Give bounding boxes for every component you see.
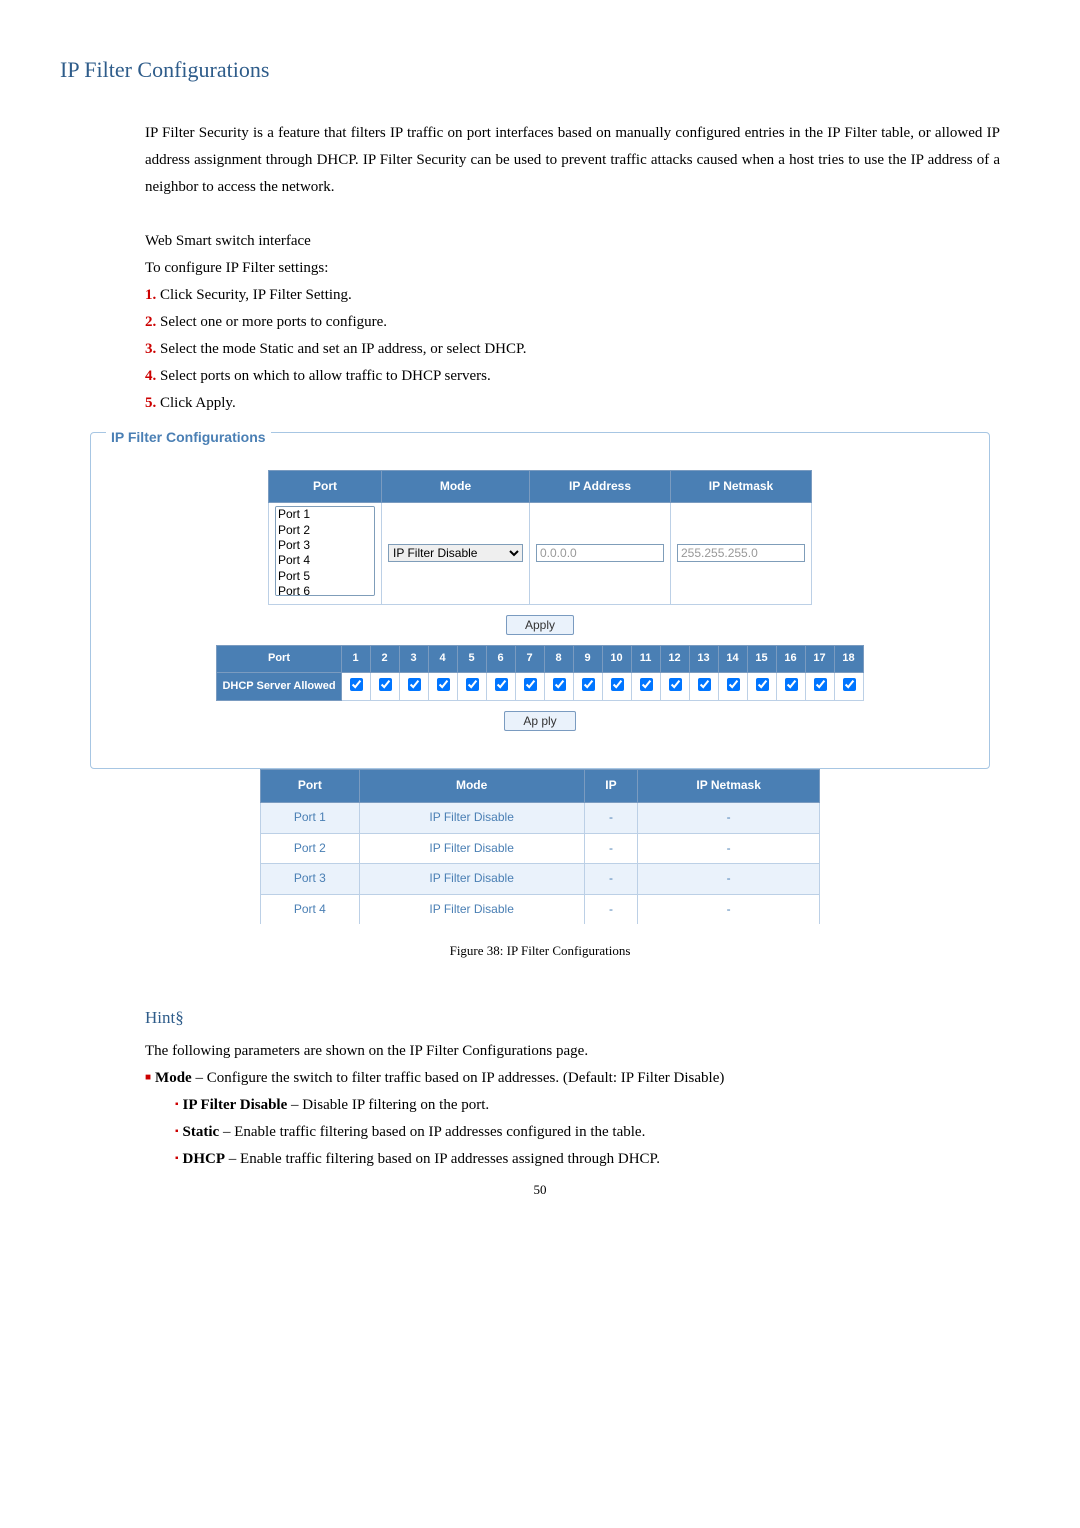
dhcp-checkbox-8[interactable] [553, 678, 566, 691]
dhcp-checkbox-4[interactable] [437, 678, 450, 691]
dhcp-checkbox-6[interactable] [495, 678, 508, 691]
status-col-port: Port [261, 770, 360, 803]
dhcp-col-13: 13 [689, 645, 718, 672]
status-table: Port Mode IP IP Netmask Port 1IP Filter … [260, 769, 820, 924]
dhcp-checkbox-11[interactable] [640, 678, 653, 691]
page-number: 50 [60, 1178, 1020, 1201]
interface-line: Web Smart switch interface [145, 228, 1000, 255]
intro-paragraph: IP Filter Security is a feature that fil… [145, 120, 1000, 201]
table-row: Port 4IP Filter Disable-- [261, 894, 820, 924]
config-fieldset: IP Filter Configurations Port Mode IP Ad… [90, 432, 990, 770]
param-static: ▪Static – Enable traffic filtering based… [175, 1119, 1020, 1146]
dhcp-table: Port 1 2 3 4 5 6 7 8 9 10 11 12 13 14 15… [216, 645, 863, 702]
status-col-ip: IP [584, 770, 638, 803]
dhcp-row-label: DHCP Server Allowed [217, 672, 341, 701]
step-5: 5. Click Apply. [145, 390, 1020, 417]
dhcp-checkbox-9[interactable] [582, 678, 595, 691]
port-select[interactable]: Port 1 Port 2 Port 3 Port 4 Port 5 Port … [275, 506, 375, 596]
step-1: 1. Click Security, IP Filter Setting. [145, 282, 1020, 309]
config-line: To configure IP Filter settings: [145, 255, 1000, 282]
dhcp-col-2: 2 [370, 645, 399, 672]
dhcp-checkbox-5[interactable] [466, 678, 479, 691]
table-row: Port 2IP Filter Disable-- [261, 833, 820, 864]
col-mode: Mode [382, 470, 530, 503]
config-table: Port Mode IP Address IP Netmask Port 1 P… [268, 470, 812, 605]
param-disable: ▪IP Filter Disable – Disable IP filterin… [175, 1092, 1020, 1119]
dhcp-col-5: 5 [457, 645, 486, 672]
col-mask: IP Netmask [671, 470, 812, 503]
dhcp-checkbox-10[interactable] [611, 678, 624, 691]
page-title: IP Filter Configurations [60, 50, 1020, 90]
dhcp-col-14: 14 [718, 645, 747, 672]
table-row: Port 1IP Filter Disable-- [261, 802, 820, 833]
step-4: 4. Select ports on which to allow traffi… [145, 363, 1020, 390]
step-2: 2. Select one or more ports to configure… [145, 309, 1020, 336]
col-ip: IP Address [530, 470, 671, 503]
status-col-mask: IP Netmask [638, 770, 820, 803]
dhcp-col-12: 12 [660, 645, 689, 672]
param-dhcp: ▪DHCP – Enable traffic filtering based o… [175, 1146, 1020, 1173]
dhcp-col-7: 7 [515, 645, 544, 672]
dhcp-checkbox-15[interactable] [756, 678, 769, 691]
dhcp-col-8: 8 [544, 645, 573, 672]
dhcp-col-16: 16 [776, 645, 805, 672]
dhcp-col-10: 10 [602, 645, 631, 672]
dhcp-col-1: 1 [341, 645, 370, 672]
dhcp-checkbox-18[interactable] [843, 678, 856, 691]
ip-address-input[interactable] [536, 544, 664, 562]
dhcp-checkbox-14[interactable] [727, 678, 740, 691]
dhcp-col-4: 4 [428, 645, 457, 672]
param-mode: ■Mode – Configure the switch to filter t… [145, 1065, 1020, 1092]
dhcp-col-3: 3 [399, 645, 428, 672]
dhcp-checkbox-2[interactable] [379, 678, 392, 691]
hint-title: Hint§ [145, 1003, 1020, 1034]
ip-netmask-input[interactable] [677, 544, 805, 562]
dhcp-col-9: 9 [573, 645, 602, 672]
table-row: Port 3IP Filter Disable-- [261, 864, 820, 895]
dhcp-checkbox-1[interactable] [350, 678, 363, 691]
dhcp-col-17: 17 [805, 645, 834, 672]
hint-intro: The following parameters are shown on th… [145, 1038, 1020, 1065]
apply-button[interactable]: Apply [506, 615, 574, 635]
dhcp-checkbox-7[interactable] [524, 678, 537, 691]
dhcp-checkbox-13[interactable] [698, 678, 711, 691]
apply-button-2[interactable]: Ap ply [504, 711, 575, 731]
dhcp-col-18: 18 [834, 645, 863, 672]
dhcp-col-15: 15 [747, 645, 776, 672]
fieldset-legend: IP Filter Configurations [106, 429, 271, 445]
dhcp-col-6: 6 [486, 645, 515, 672]
step-3: 3. Select the mode Static and set an IP … [145, 336, 1020, 363]
dhcp-checkbox-16[interactable] [785, 678, 798, 691]
mode-select[interactable]: IP Filter Disable [388, 544, 523, 562]
dhcp-checkbox-3[interactable] [408, 678, 421, 691]
dhcp-port-header: Port [217, 645, 341, 672]
col-port: Port [269, 470, 382, 503]
status-col-mode: Mode [359, 770, 584, 803]
figure-caption: Figure 38: IP Filter Configurations [60, 939, 1020, 962]
dhcp-col-11: 11 [631, 645, 660, 672]
dhcp-checkbox-12[interactable] [669, 678, 682, 691]
dhcp-checkbox-17[interactable] [814, 678, 827, 691]
